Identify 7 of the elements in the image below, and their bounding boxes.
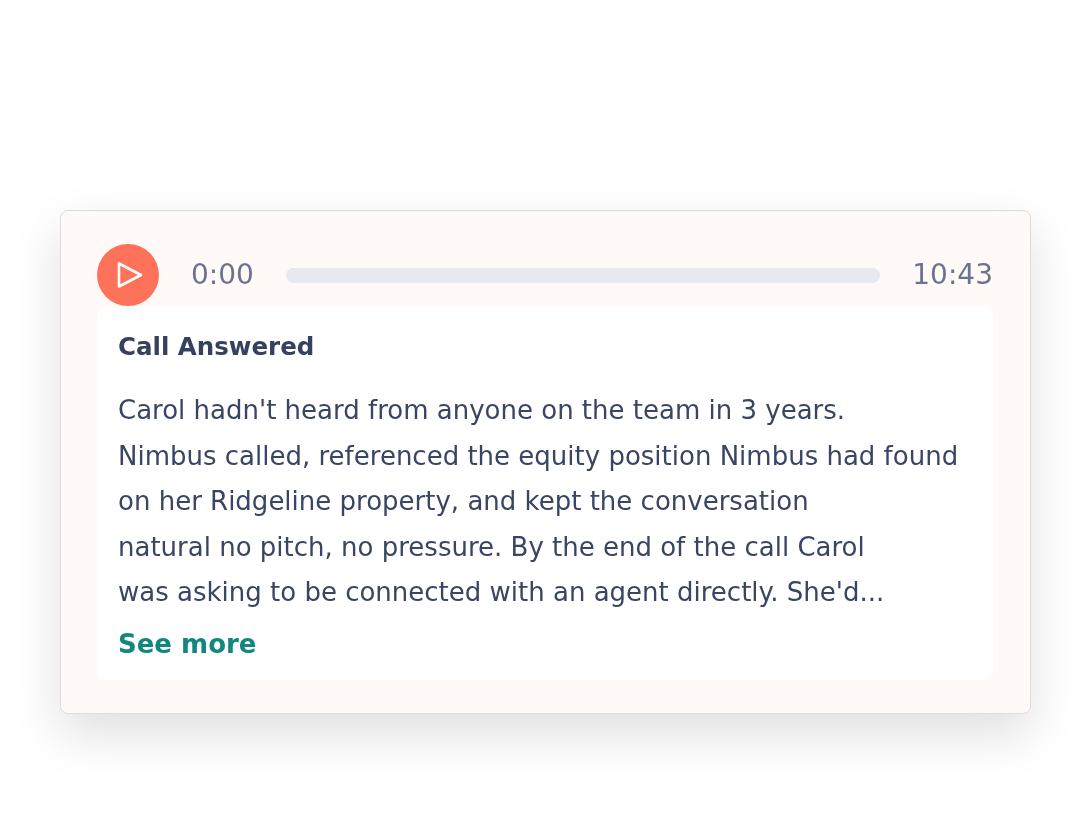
summary-text: Carol hadn't heard from anyone on the team in 3 years. Nimbus called, referenced the equity position Nimbus had found on her Ridgeline property, and kept the conversation natural no pitch, no pressure. By the end of the call Carol was asking to be connected with an agent directly. She'd... [118, 394, 960, 610]
summary-title: Call Answered [118, 332, 316, 362]
elapsed-time: 0:00 [191, 261, 254, 289]
play-icon [116, 260, 144, 290]
progress-track[interactable] [285, 267, 881, 283]
see-more-link[interactable]: See more [118, 628, 257, 659]
duration-time: 10:43 [912, 261, 993, 289]
